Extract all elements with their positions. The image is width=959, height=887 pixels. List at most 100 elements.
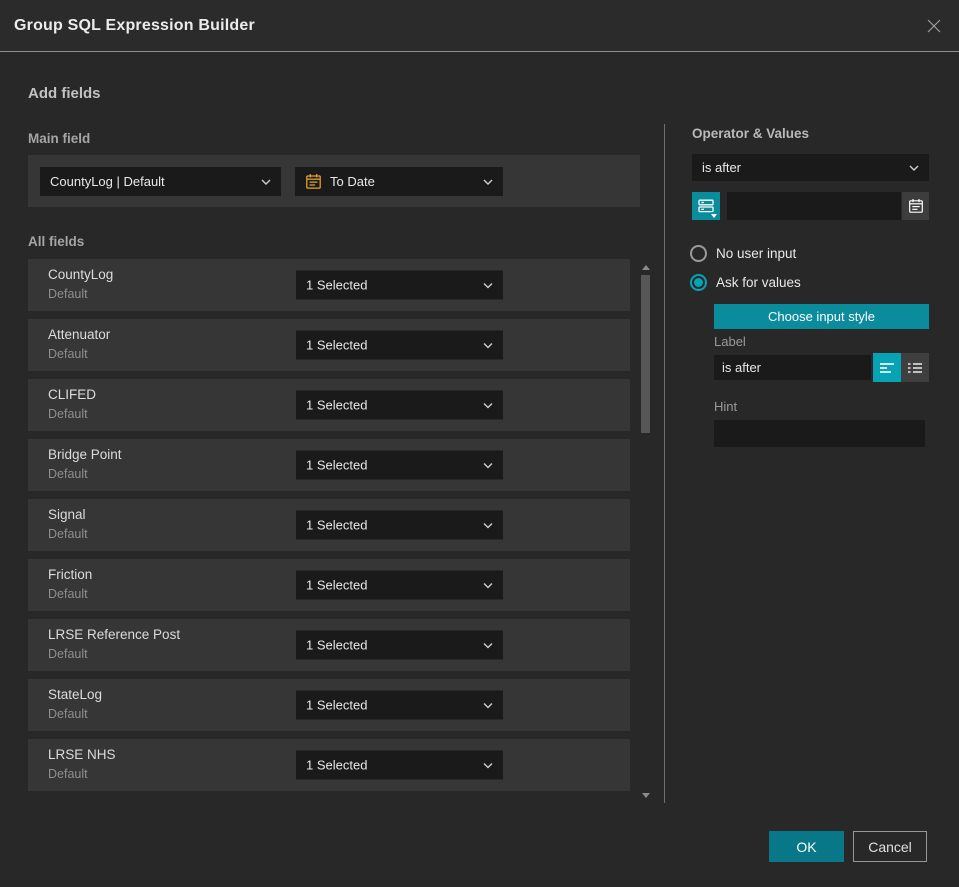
- radio-label: Ask for values: [716, 275, 801, 290]
- field-values-select-value: 1 Selected: [306, 457, 368, 473]
- dialog-header: Group SQL Expression Builder: [0, 0, 959, 52]
- list-item: LRSE NHS Default 1 Selected: [28, 739, 630, 791]
- field-info: Friction Default: [48, 567, 92, 601]
- main-field-heading: Main field: [28, 131, 91, 146]
- field-name: Signal: [48, 507, 86, 522]
- field-name: LRSE NHS: [48, 747, 116, 762]
- field-name: Attenuator: [48, 327, 111, 342]
- radio-selected-icon: [690, 274, 707, 291]
- field-info: Bridge Point Default: [48, 447, 122, 481]
- date-picker-button[interactable]: [902, 192, 929, 220]
- radio-no-user-input[interactable]: No user input: [690, 245, 796, 262]
- all-fields-list: CountyLog Default 1 Selected Attenuator …: [28, 259, 630, 799]
- field-info: Attenuator Default: [48, 327, 110, 361]
- group-sql-expression-builder-dialog: Group SQL Expression Builder Add fields …: [0, 0, 959, 887]
- chevron-down-icon: [483, 582, 493, 588]
- field-values-select-value: 1 Selected: [306, 337, 368, 353]
- label-input[interactable]: [714, 355, 871, 380]
- field-info: CLIFED Default: [48, 387, 96, 421]
- hint-caption: Hint: [714, 399, 738, 414]
- scroll-up-arrow-icon[interactable]: [642, 265, 650, 270]
- list-input-style-button[interactable]: [901, 353, 929, 382]
- chevron-down-icon: [483, 762, 493, 768]
- chevron-down-icon: [483, 462, 493, 468]
- field-values-select[interactable]: 1 Selected: [296, 510, 503, 540]
- date-type-select[interactable]: To Date: [295, 167, 503, 196]
- field-values-select[interactable]: 1 Selected: [296, 570, 503, 600]
- hint-input[interactable]: [714, 420, 925, 447]
- list-item: Bridge Point Default 1 Selected: [28, 439, 630, 491]
- field-name: StateLog: [48, 687, 103, 702]
- field-values-select[interactable]: 1 Selected: [296, 690, 503, 720]
- chevron-down-icon: [909, 165, 919, 171]
- calendar-icon: [306, 174, 321, 189]
- field-subtitle: Default: [48, 707, 88, 721]
- list-item: StateLog Default 1 Selected: [28, 679, 630, 731]
- ok-button[interactable]: OK: [769, 831, 844, 862]
- scrollbar[interactable]: [640, 258, 652, 803]
- label-caption: Label: [714, 334, 746, 349]
- field-values-select-value: 1 Selected: [306, 697, 368, 713]
- field-info: CountyLog Default: [48, 267, 113, 301]
- field-name: Bridge Point: [48, 447, 122, 462]
- field-values-select-value: 1 Selected: [306, 397, 368, 413]
- operator-values-heading: Operator & Values: [692, 126, 810, 141]
- field-values-select[interactable]: 1 Selected: [296, 450, 503, 480]
- operator-select[interactable]: is after: [692, 154, 929, 181]
- scroll-down-arrow-icon[interactable]: [642, 793, 650, 798]
- field-subtitle: Default: [48, 467, 88, 481]
- field-subtitle: Default: [48, 767, 88, 781]
- value-type-button[interactable]: [692, 192, 720, 220]
- field-subtitle: Default: [48, 587, 88, 601]
- list-item: Attenuator Default 1 Selected: [28, 319, 630, 371]
- list-item: CLIFED Default 1 Selected: [28, 379, 630, 431]
- field-values-select[interactable]: 1 Selected: [296, 750, 503, 780]
- field-values-select[interactable]: 1 Selected: [296, 330, 503, 360]
- choose-input-style-button[interactable]: Choose input style: [714, 304, 929, 329]
- radio-ask-for-values[interactable]: Ask for values: [690, 274, 801, 291]
- field-info: LRSE Reference Post Default: [48, 627, 180, 661]
- scrollbar-thumb[interactable]: [641, 275, 650, 433]
- chevron-down-icon: [483, 282, 493, 288]
- field-info: LRSE NHS Default: [48, 747, 116, 781]
- field-subtitle: Default: [48, 347, 88, 361]
- field-values-select[interactable]: 1 Selected: [296, 630, 503, 660]
- field-values-select[interactable]: 1 Selected: [296, 390, 503, 420]
- cancel-button[interactable]: Cancel: [853, 831, 927, 862]
- field-values-select-value: 1 Selected: [306, 577, 368, 593]
- field-subtitle: Default: [48, 647, 88, 661]
- chevron-down-icon: [483, 179, 493, 185]
- close-icon[interactable]: [921, 13, 947, 39]
- field-name: CountyLog: [48, 267, 114, 282]
- list-item: Friction Default 1 Selected: [28, 559, 630, 611]
- field-subtitle: Default: [48, 527, 88, 541]
- all-fields-heading: All fields: [28, 234, 85, 249]
- value-input[interactable]: [727, 192, 901, 220]
- chevron-down-icon: [483, 402, 493, 408]
- field-values-select-value: 1 Selected: [306, 637, 368, 653]
- field-subtitle: Default: [48, 407, 88, 421]
- list-item: Signal Default 1 Selected: [28, 499, 630, 551]
- vertical-divider: [664, 124, 665, 803]
- chevron-down-icon: [261, 179, 271, 185]
- main-field-select-value: CountyLog | Default: [50, 174, 165, 189]
- list-item: LRSE Reference Post Default 1 Selected: [28, 619, 630, 671]
- field-values-select-value: 1 Selected: [306, 517, 368, 533]
- text-input-style-button[interactable]: [873, 353, 901, 382]
- field-values-select[interactable]: 1 Selected: [296, 270, 503, 300]
- stacked-values-icon: [698, 199, 714, 213]
- bullet-list-icon: [908, 362, 922, 373]
- field-name: Friction: [48, 567, 93, 582]
- date-type-select-value: To Date: [330, 174, 375, 189]
- field-info: Signal Default: [48, 507, 88, 541]
- radio-icon: [690, 245, 707, 262]
- dialog-title: Group SQL Expression Builder: [14, 16, 255, 34]
- chevron-down-icon: [483, 522, 493, 528]
- align-left-icon: [880, 362, 894, 373]
- main-field-select[interactable]: CountyLog | Default: [40, 167, 281, 196]
- field-name: CLIFED: [48, 387, 97, 402]
- chevron-down-icon: [483, 642, 493, 648]
- radio-label: No user input: [716, 246, 797, 261]
- field-subtitle: Default: [48, 287, 88, 301]
- field-name: LRSE Reference Post: [48, 627, 181, 642]
